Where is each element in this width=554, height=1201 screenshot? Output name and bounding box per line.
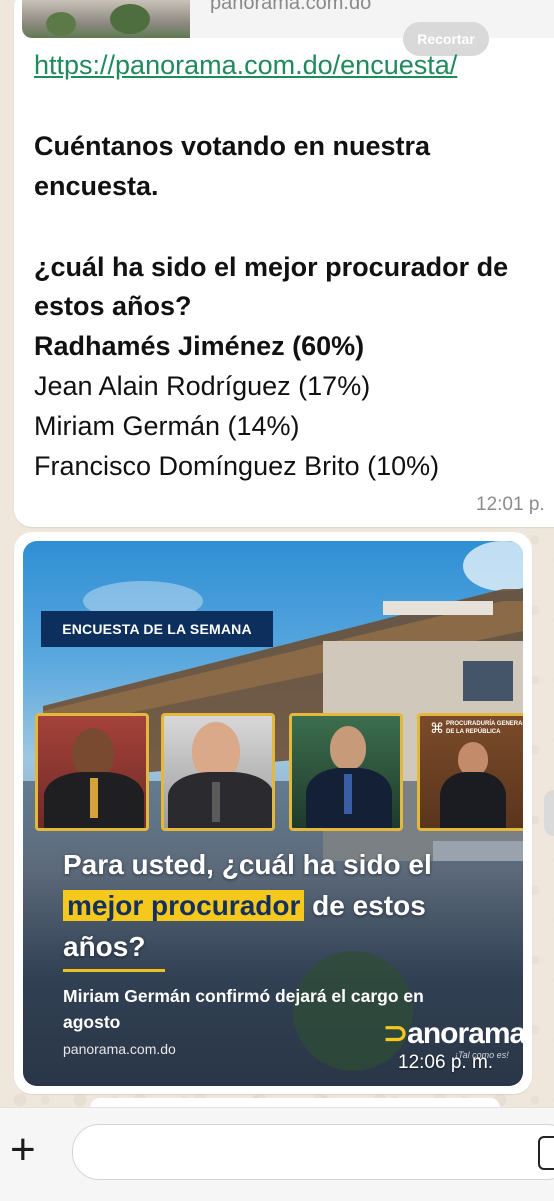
- photo-caption: PROCURADURÍA GENERAL DE LA REPÚBLICA: [446, 721, 523, 735]
- message-line: estos años?: [34, 291, 192, 321]
- message-timestamp: 12:06 p. m.: [398, 1052, 494, 1073]
- divider-line: [63, 969, 165, 972]
- candidate-photo: [35, 713, 149, 831]
- survey-link[interactable]: https://panorama.com.do/encuesta/: [34, 50, 457, 81]
- headline-text: Para usted, ¿cuál ha sido el: [63, 849, 432, 880]
- brand-name: anorama: [407, 1017, 523, 1050]
- sticker-icon[interactable]: [538, 1136, 554, 1170]
- survey-tag: ENCUESTA DE LA SEMANA: [41, 611, 273, 647]
- message-line: Cuéntanos votando en nuestra: [34, 131, 431, 161]
- preview-tree: [110, 4, 150, 34]
- headline-highlight: mejor procurador: [63, 890, 305, 921]
- poll-option-leader: Radhamés Jiménez (60%): [34, 331, 365, 361]
- preview-tree: [46, 12, 76, 36]
- scroll-handle[interactable]: [544, 790, 554, 836]
- candidate-photo: [161, 713, 275, 831]
- message-input[interactable]: [72, 1124, 554, 1180]
- candidate-photo: ⌘ PROCURADURÍA GENERAL DE LA REPÚBLICA: [417, 713, 523, 831]
- link-preview-image[interactable]: [22, 0, 190, 38]
- panorama-logo: ⊃anorama: [383, 1016, 523, 1051]
- poll-option: Jean Alain Rodríguez (17%): [34, 371, 371, 401]
- panorama-mark-icon: ⊃: [383, 1017, 408, 1050]
- attach-plus-icon[interactable]: +: [10, 1128, 36, 1172]
- message-line: ¿cuál ha sido el mejor procurador de: [34, 252, 509, 282]
- poll-option: Francisco Domínguez Brito (10%): [34, 451, 440, 481]
- institution-logo-icon: ⌘: [430, 720, 444, 736]
- link-preview-domain: panorama.com.do: [210, 0, 372, 14]
- poll-option: Miriam Germán (14%): [34, 411, 300, 441]
- message-line: encuesta.: [34, 171, 159, 201]
- promo-headline: Para usted, ¿cuál ha sido el mejor procu…: [63, 844, 493, 967]
- survey-promo-image[interactable]: ENCUESTA DE LA SEMANA ⌘ PROCURADURÍA GEN…: [23, 541, 523, 1086]
- candidate-photo: [289, 713, 403, 831]
- promo-domain: panorama.com.do: [63, 1041, 176, 1057]
- message-timestamp: 12:01 p.: [476, 494, 545, 515]
